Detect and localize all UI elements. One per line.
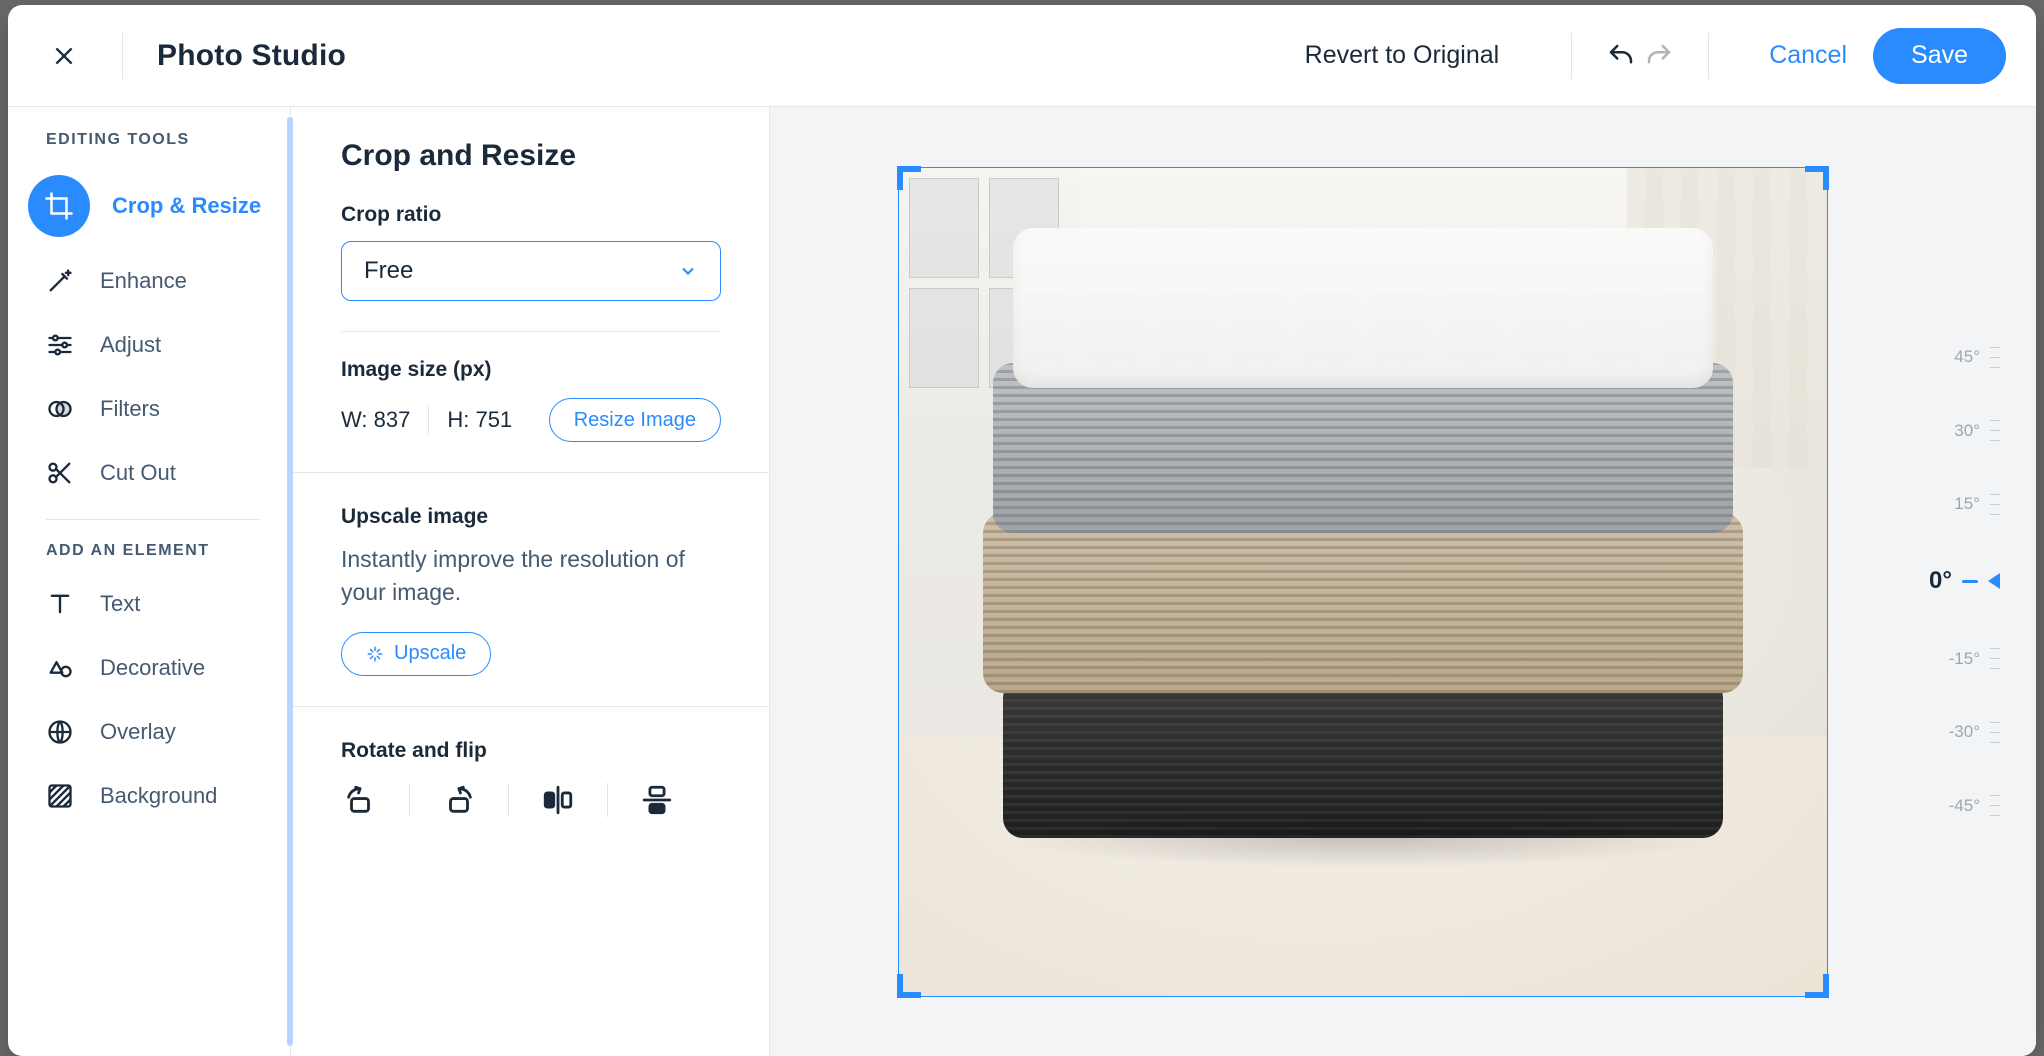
- divider: [1571, 33, 1572, 79]
- text-icon: [42, 586, 78, 622]
- flip-vertical-button[interactable]: [638, 781, 676, 819]
- ruler-label: 15°: [1954, 494, 1980, 514]
- sidebar-item-label: Decorative: [100, 655, 205, 681]
- divider: [428, 406, 429, 434]
- ruler-marker-icon: [1988, 573, 2000, 589]
- crop-handle-bl[interactable]: [897, 974, 921, 998]
- sliders-icon: [42, 327, 78, 363]
- height-readout: H: 751: [447, 407, 512, 433]
- sidebar-item-label: Crop & Resize: [112, 193, 261, 219]
- upscale-description: Instantly improve the resolution of your…: [341, 543, 721, 610]
- image-size-label: Image size (px): [341, 358, 721, 382]
- sidebar-heading-tools: EDITING TOOLS: [8, 131, 290, 163]
- header: Photo Studio Revert to Original Cancel S…: [8, 5, 2036, 107]
- crop-ratio-label: Crop ratio: [341, 203, 721, 227]
- rotate-ccw-button[interactable]: [440, 781, 478, 819]
- ruler-current: 0°: [1929, 567, 1952, 595]
- ruler-label: 30°: [1954, 421, 1980, 441]
- sidebar-item-cutout[interactable]: Cut Out: [8, 441, 290, 505]
- sidebar-item-text[interactable]: Text: [8, 572, 290, 636]
- sidebar-item-adjust[interactable]: Adjust: [8, 313, 290, 377]
- flip-horizontal-button[interactable]: [539, 781, 577, 819]
- sidebar-item-label: Adjust: [100, 332, 161, 358]
- divider: [46, 519, 260, 520]
- ruler-label: -30°: [1949, 722, 1980, 742]
- divider: [508, 783, 509, 817]
- canvas-area: 45° 30° 15° 0° -15° -30° -45°: [770, 107, 2036, 1056]
- sidebar-item-filters[interactable]: Filters: [8, 377, 290, 441]
- rotation-ruler[interactable]: 45° 30° 15° 0° -15° -30° -45°: [1910, 347, 2000, 817]
- crop-handle-tr[interactable]: [1805, 166, 1829, 190]
- revert-to-original[interactable]: Revert to Original: [1305, 41, 1500, 70]
- sidebar-item-label: Overlay: [100, 719, 176, 745]
- ruler-label: -45°: [1949, 796, 1980, 816]
- divider: [341, 331, 721, 332]
- sidebar-item-enhance[interactable]: Enhance: [8, 249, 290, 313]
- globe-icon: [42, 714, 78, 750]
- divider: [607, 783, 608, 817]
- sidebar-scrollbar[interactable]: [287, 117, 293, 1046]
- sidebar-item-label: Enhance: [100, 268, 187, 294]
- image-preview: [898, 167, 1828, 997]
- wand-icon: [42, 263, 78, 299]
- app-title: Photo Studio: [157, 39, 346, 73]
- undo-button[interactable]: [1602, 37, 1640, 75]
- overlap-circles-icon: [42, 391, 78, 427]
- crop-frame[interactable]: [898, 167, 1828, 997]
- ruler-label: 45°: [1954, 347, 1980, 367]
- crop-icon: [41, 188, 77, 224]
- cancel-button[interactable]: Cancel: [1769, 41, 1847, 70]
- body: EDITING TOOLS Crop & Resize Enhance Adju…: [8, 107, 2036, 1056]
- sidebar-item-label: Cut Out: [100, 460, 176, 486]
- redo-button[interactable]: [1640, 37, 1678, 75]
- hatch-icon: [42, 778, 78, 814]
- crop-ratio-select[interactable]: Free: [341, 241, 721, 301]
- save-button[interactable]: Save: [1873, 28, 2006, 84]
- rotate-flip-heading: Rotate and flip: [341, 739, 721, 763]
- panel-title: Crop and Resize: [341, 139, 721, 173]
- scissors-icon: [42, 455, 78, 491]
- sidebar-item-label: Filters: [100, 396, 160, 422]
- sparkle-icon: [366, 645, 384, 663]
- photo-studio-window: Photo Studio Revert to Original Cancel S…: [8, 5, 2036, 1056]
- sidebar-heading-elements: ADD AN ELEMENT: [8, 542, 290, 572]
- rotate-cw-button[interactable]: [341, 781, 379, 819]
- options-panel: Crop and Resize Crop ratio Free Image si…: [290, 107, 770, 1056]
- resize-image-button[interactable]: Resize Image: [549, 398, 721, 442]
- close-button[interactable]: [46, 38, 82, 74]
- width-readout: W: 837: [341, 407, 410, 433]
- divider: [122, 33, 123, 79]
- crop-handle-br[interactable]: [1805, 974, 1829, 998]
- sidebar-item-label: Background: [100, 783, 217, 809]
- ruler-label: -15°: [1949, 649, 1980, 669]
- upscale-button[interactable]: Upscale: [341, 632, 491, 676]
- sidebar: EDITING TOOLS Crop & Resize Enhance Adju…: [8, 107, 290, 1056]
- divider: [409, 783, 410, 817]
- crop-handle-tl[interactable]: [897, 166, 921, 190]
- chevron-down-icon: [678, 261, 698, 281]
- divider: [1708, 33, 1709, 79]
- crop-ratio-value: Free: [364, 257, 413, 285]
- shapes-icon: [42, 650, 78, 686]
- sidebar-item-crop-resize[interactable]: Crop & Resize: [8, 163, 290, 249]
- sidebar-item-label: Text: [100, 591, 140, 617]
- sidebar-item-decorative[interactable]: Decorative: [8, 636, 290, 700]
- upscale-heading: Upscale image: [341, 505, 721, 529]
- sidebar-item-overlay[interactable]: Overlay: [8, 700, 290, 764]
- sidebar-item-background[interactable]: Background: [8, 764, 290, 828]
